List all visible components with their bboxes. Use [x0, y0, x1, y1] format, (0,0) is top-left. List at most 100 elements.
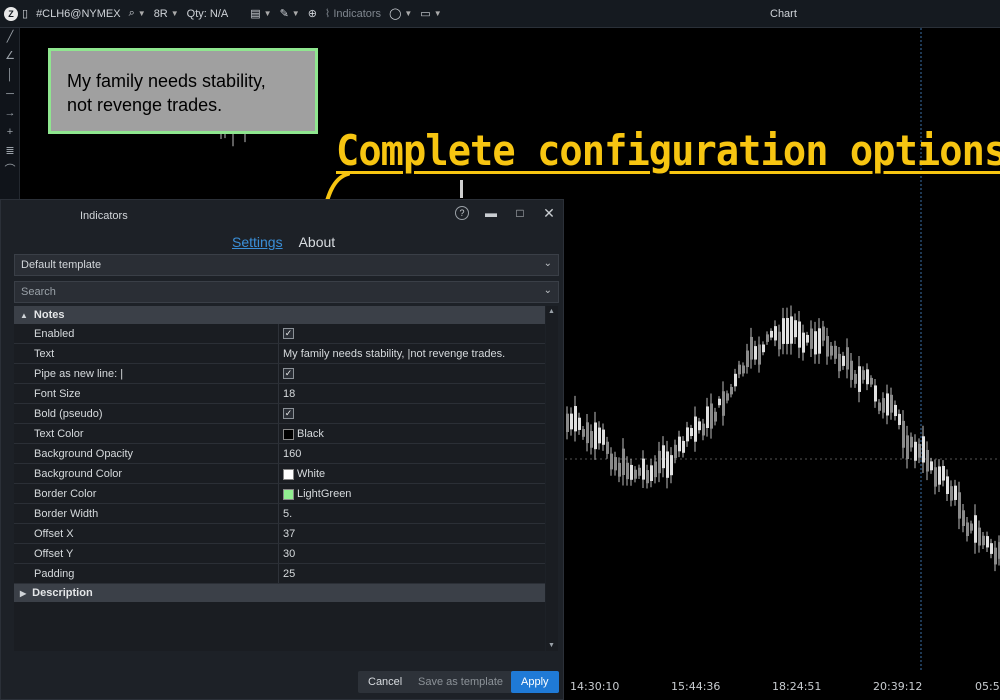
drawing-toolbar: ╱ ∠ │ ─ → + ≣ ⌒	[0, 28, 20, 208]
window-icon[interactable]: ▭ ▼	[420, 7, 441, 20]
candle-body	[926, 449, 929, 472]
crosshair-icon[interactable]: +	[0, 123, 20, 142]
candle-body	[726, 393, 729, 401]
time-label: 15:44:36	[671, 680, 721, 693]
color-swatch[interactable]	[283, 429, 294, 440]
apply-button[interactable]: Apply	[511, 671, 559, 693]
property-row[interactable]: Border Color LightGreen	[14, 484, 545, 504]
property-row[interactable]: Offset X 37	[14, 524, 545, 544]
candle-body	[610, 453, 613, 470]
color-swatch[interactable]	[283, 489, 294, 500]
checkbox[interactable]: ✓	[283, 368, 294, 379]
save-template-button[interactable]: Save as template	[408, 671, 513, 693]
property-value[interactable]: White	[279, 464, 545, 483]
candle-body	[754, 346, 757, 360]
arrow-tool-icon[interactable]: →	[0, 104, 20, 123]
checkbox[interactable]: ✓	[283, 408, 294, 419]
order-icon[interactable]: ▤ ▼	[250, 7, 271, 20]
property-value[interactable]: LightGreen	[279, 484, 545, 503]
property-value-text: 25	[283, 568, 296, 580]
tab-settings[interactable]: Settings	[232, 234, 283, 250]
candle-body	[954, 485, 957, 500]
horizontal-line-icon[interactable]: ─	[0, 85, 20, 104]
property-row[interactable]: Background Color White	[14, 464, 545, 484]
close-icon[interactable]: ✕	[542, 206, 556, 220]
candle-body	[870, 377, 873, 385]
property-row[interactable]: Background Opacity 160	[14, 444, 545, 464]
candle-body	[854, 373, 857, 384]
property-row[interactable]: Text Color Black	[14, 424, 545, 444]
property-value[interactable]: Black	[279, 424, 545, 443]
minimize-icon[interactable]: ▬	[484, 206, 498, 220]
property-value[interactable]: 5.	[279, 504, 545, 523]
grid-scrollbar[interactable]: ▲ ▼	[546, 306, 558, 651]
bar-type-selector[interactable]: 8R ▼	[154, 8, 179, 20]
property-value[interactable]: ✓	[279, 404, 545, 423]
candle-body	[978, 527, 981, 546]
property-value[interactable]: 25	[279, 564, 545, 583]
line-tool-icon[interactable]: ╱	[0, 28, 20, 47]
property-row[interactable]: Pipe as new line: | ✓	[14, 364, 545, 384]
candle-body	[670, 455, 673, 476]
template-select[interactable]: Default template ⌄	[14, 254, 559, 276]
chart-note[interactable]: My family needs stability, not revenge t…	[48, 48, 318, 134]
candle-body	[602, 429, 605, 445]
property-row[interactable]: Text My family needs stability, |not reve…	[14, 344, 545, 364]
bar-type-label: 8R	[153, 7, 168, 20]
phone-icon[interactable]: ▯	[22, 7, 28, 20]
property-name: Offset X	[14, 524, 279, 543]
candle-body	[574, 406, 577, 432]
candle-body	[786, 318, 789, 344]
expand-triangle-icon[interactable]: ▶	[20, 589, 26, 598]
dialog-tabs: Settings About	[232, 234, 335, 250]
time-label: 05:5	[975, 680, 1000, 693]
collapse-triangle-icon[interactable]: ▲	[20, 311, 28, 320]
cancel-button[interactable]: Cancel	[358, 671, 413, 693]
search-icon[interactable]: ⌕ ▼	[129, 7, 146, 20]
property-row[interactable]: Bold (pseudo) ✓	[14, 404, 545, 424]
scroll-up-icon[interactable]: ▲	[548, 308, 555, 315]
vertical-line-icon[interactable]: │	[0, 66, 20, 85]
property-value[interactable]: ✓	[279, 364, 545, 383]
pencil-icon[interactable]: ✎ ▼	[280, 7, 300, 20]
property-value[interactable]: My family needs stability, |not revenge …	[279, 344, 545, 363]
curve-tool-icon[interactable]: ⌒	[0, 161, 20, 180]
property-value[interactable]: 18	[279, 384, 545, 403]
candle-body	[690, 428, 693, 436]
candle-body	[890, 394, 893, 413]
candle-body	[706, 406, 709, 429]
indicators-button[interactable]: ⌇ Indicators	[324, 7, 381, 21]
scroll-down-icon[interactable]: ▼	[548, 642, 555, 649]
property-value[interactable]: 30	[279, 544, 545, 563]
symbol-label[interactable]: #CLH6@NYMEX	[36, 8, 121, 20]
fib-tool-icon[interactable]: ≣	[0, 142, 20, 161]
property-row[interactable]: Padding 25	[14, 564, 545, 584]
tab-about[interactable]: About	[299, 234, 336, 250]
time-label: 20:39:12	[873, 680, 923, 693]
section-description[interactable]: ▶ Description	[14, 584, 545, 602]
property-row[interactable]: Font Size 18	[14, 384, 545, 404]
chart-line-icon: ⌇	[324, 8, 334, 20]
help-icon[interactable]: ?	[455, 206, 469, 220]
candle-body	[582, 429, 585, 437]
checkbox[interactable]: ✓	[283, 328, 294, 339]
candle-body	[938, 466, 941, 485]
property-row[interactable]: Border Width 5.	[14, 504, 545, 524]
zoom-icon[interactable]: ⊕	[308, 7, 317, 20]
search-placeholder: Search	[21, 286, 56, 298]
candle-body	[650, 465, 653, 481]
maximize-icon[interactable]: □	[513, 206, 527, 220]
search-input[interactable]: Search ⌄	[14, 281, 559, 303]
candle-body	[722, 391, 725, 416]
property-row[interactable]: Offset Y 30	[14, 544, 545, 564]
property-row[interactable]: Enabled ✓	[14, 324, 545, 344]
color-swatch[interactable]	[283, 469, 294, 480]
angle-tool-icon[interactable]: ∠	[0, 47, 20, 66]
property-value[interactable]: 37	[279, 524, 545, 543]
property-value[interactable]: 160	[279, 444, 545, 463]
property-value-text: 37	[283, 528, 296, 540]
property-value[interactable]: ✓	[279, 324, 545, 343]
mouse-icon[interactable]: ◯ ▼	[389, 7, 412, 20]
property-value-text: LightGreen	[297, 488, 352, 500]
section-notes[interactable]: ▲ Notes	[14, 306, 545, 324]
